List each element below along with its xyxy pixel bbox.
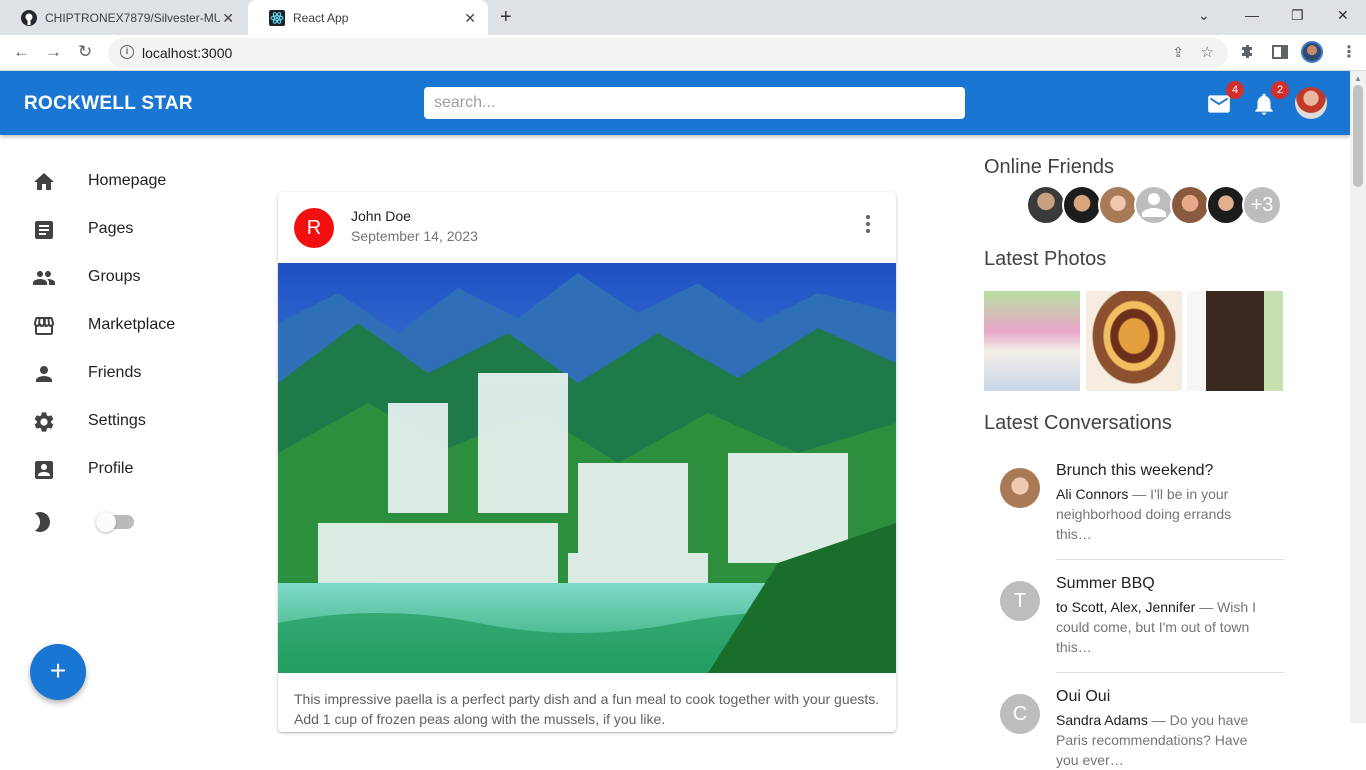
friend-avatar[interactable] — [1206, 185, 1246, 225]
github-icon — [21, 9, 37, 26]
post-card: R John Doe September 14, 2023 This impre… — [278, 192, 896, 732]
person-icon — [36, 366, 52, 382]
more-friends-badge[interactable]: +3 — [1242, 185, 1282, 225]
conversation-preview: to Scott, Alex, Jennifer — Wish I could … — [1056, 597, 1266, 657]
side-panel-icon[interactable] — [1272, 44, 1288, 60]
sidebar-item-groups[interactable]: Groups — [0, 254, 240, 302]
add-post-button[interactable]: + — [30, 644, 86, 700]
browser-profile-avatar[interactable] — [1301, 41, 1323, 63]
friend-avatar[interactable] — [1026, 185, 1066, 225]
new-tab-icon[interactable]: + — [500, 6, 512, 29]
post-image-waterfall — [278, 263, 896, 673]
browser-tab-strip: CHIPTRONEX7879/Silvester-MUI ✕ React App… — [0, 0, 1366, 35]
reload-icon[interactable]: ↻ — [78, 42, 92, 62]
conversation-avatar: C — [1000, 694, 1040, 734]
user-avatar[interactable] — [1295, 87, 1327, 119]
latest-photos-title: Latest Photos — [984, 248, 1107, 270]
back-icon[interactable]: ← — [13, 42, 30, 62]
sidebar-item-profile[interactable]: Profile — [0, 446, 240, 494]
notifications-badge: 2 — [1271, 81, 1289, 99]
scrollbar-thumb[interactable] — [1353, 85, 1363, 187]
url-text[interactable]: localhost:3000 — [142, 45, 232, 61]
conversation-sender: to Scott, Alex, Jennifer — [1056, 599, 1196, 615]
react-icon — [269, 9, 285, 26]
browser-tab-github[interactable]: CHIPTRONEX7879/Silvester-MUI ✕ — [0, 0, 246, 35]
browser-tab-react-app[interactable]: React App ✕ — [248, 0, 488, 35]
tab-title: React App — [293, 10, 349, 25]
group-icon — [33, 271, 55, 285]
sidebar-item-friends[interactable]: Friends — [0, 350, 240, 398]
page-scrollbar[interactable]: ▲ — [1350, 71, 1366, 723]
mail-badge: 4 — [1226, 81, 1244, 99]
sidebar-item-homepage[interactable]: Homepage — [0, 158, 240, 206]
friend-avatar[interactable] — [1098, 185, 1138, 225]
post-author: John Doe — [351, 208, 411, 224]
forward-icon[interactable]: → — [45, 42, 62, 62]
divider — [1056, 559, 1284, 560]
bookmark-star-icon[interactable]: ☆ — [1201, 43, 1214, 61]
post-date: September 14, 2023 — [351, 228, 478, 244]
switch-knob — [96, 512, 116, 532]
minimize-icon[interactable]: — — [1245, 7, 1259, 23]
online-friends-title: Online Friends — [984, 156, 1115, 178]
conversation-title: Brunch this weekend? — [1056, 462, 1214, 479]
dark-mode-icon — [35, 512, 50, 532]
site-info-icon[interactable]: i — [120, 45, 134, 59]
sidebar-item-label: Settings — [88, 412, 146, 429]
sidebar-item-pages[interactable]: Pages — [0, 206, 240, 254]
close-window-icon[interactable]: ✕ — [1337, 7, 1349, 24]
sidebar-item-label: Marketplace — [88, 316, 176, 333]
mail-button[interactable]: 4 — [1206, 81, 1244, 117]
sidebar-item-label: Groups — [88, 268, 141, 285]
account-box-icon — [35, 461, 53, 479]
sidebar-item-label: Homepage — [88, 172, 167, 189]
post-text: This impressive paella is a perfect part… — [294, 691, 880, 727]
conversation-avatar — [1000, 468, 1040, 508]
restore-icon[interactable]: ❐ — [1291, 7, 1304, 24]
conversation-title: Oui Oui — [1056, 688, 1111, 705]
sidebar-item-marketplace[interactable]: Marketplace — [0, 302, 240, 350]
storefront-icon — [34, 317, 54, 335]
omnibox[interactable]: i localhost:3000 ⇪ ☆ — [108, 38, 1228, 68]
divider — [1056, 672, 1284, 673]
photo-thumbnail-burger[interactable] — [1086, 291, 1182, 391]
conversation-preview: Ali Connors — I'll be in your neighborho… — [1056, 484, 1266, 544]
search-input[interactable] — [424, 87, 965, 119]
friend-avatar[interactable] — [1062, 185, 1102, 225]
friend-avatar[interactable] — [1134, 185, 1174, 225]
settings-icon — [34, 412, 54, 432]
browser-menu-icon[interactable]: ⋮ — [1341, 42, 1357, 62]
app-bar: ROCKWELL STAR 4 2 — [0, 71, 1350, 135]
scroll-up-icon[interactable]: ▲ — [1354, 74, 1362, 83]
conversation-preview: Sandra Adams — Do you have Paris recomme… — [1056, 710, 1266, 770]
share-icon[interactable]: ⇪ — [1172, 44, 1184, 61]
add-icon: + — [49, 655, 67, 686]
tab-title: CHIPTRONEX7879/Silvester-MUI — [45, 10, 220, 25]
home-icon — [34, 173, 54, 190]
friend-avatar[interactable] — [1170, 185, 1210, 225]
sidebar-item-label: Profile — [88, 460, 134, 477]
sidebar-item-settings[interactable]: Settings — [0, 398, 240, 446]
conversation-sender: Sandra Adams — [1056, 712, 1148, 728]
notifications-button[interactable]: 2 — [1251, 81, 1289, 117]
latest-conversations-title: Latest Conversations — [984, 412, 1172, 434]
brand-logo[interactable]: ROCKWELL STAR — [24, 93, 193, 115]
address-bar: ← → ↻ i localhost:3000 ⇪ ☆ ⋮ — [0, 35, 1366, 71]
photo-thumbnail-camera[interactable] — [1187, 291, 1283, 391]
conversation-avatar: T — [1000, 581, 1040, 621]
conversation-title: Summer BBQ — [1056, 575, 1155, 592]
photo-thumbnail-breakfast[interactable] — [984, 291, 1080, 391]
post-avatar: R — [294, 208, 334, 248]
extensions-icon[interactable] — [1240, 44, 1256, 60]
sidebar-item-label: Friends — [88, 364, 142, 381]
dark-mode-switch[interactable] — [96, 512, 134, 532]
more-options-icon[interactable] — [858, 212, 878, 236]
close-tab-icon[interactable]: ✕ — [222, 10, 234, 27]
person-icon — [1142, 193, 1166, 217]
close-tab-icon[interactable]: ✕ — [464, 10, 476, 27]
article-icon — [35, 221, 53, 239]
conversation-sender: Ali Connors — [1056, 486, 1129, 502]
tab-search-icon[interactable]: ⌄ — [1198, 7, 1210, 24]
sidebar-item-label: Pages — [88, 220, 134, 237]
